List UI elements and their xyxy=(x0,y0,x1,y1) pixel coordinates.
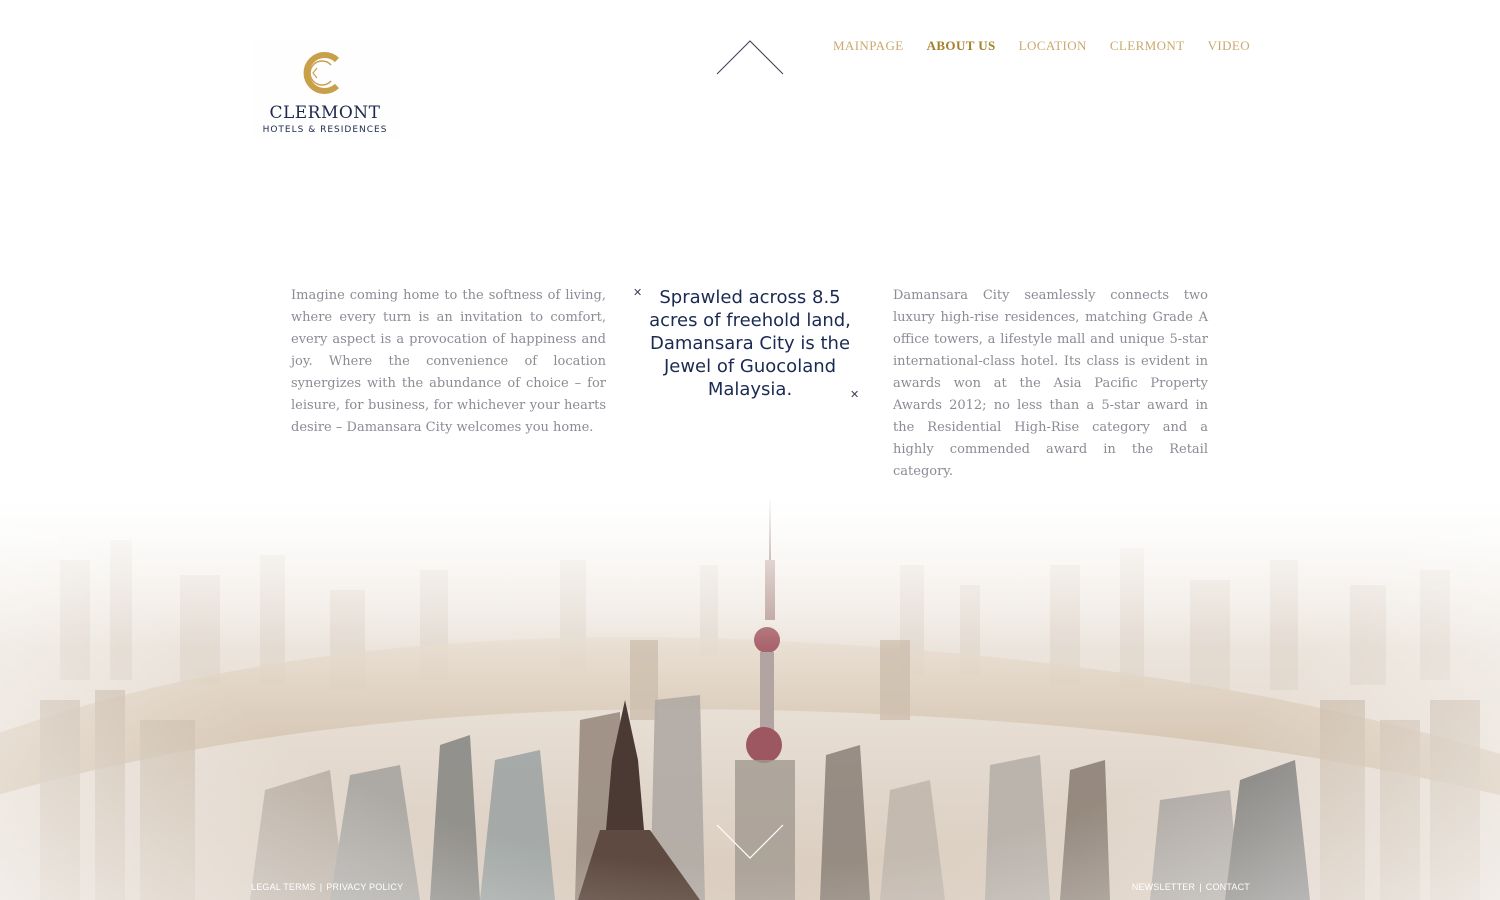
scroll-up-button[interactable] xyxy=(716,40,784,80)
privacy-policy-link[interactable]: PRIVACY POLICY xyxy=(326,882,403,892)
chevron-up-icon xyxy=(716,40,784,75)
cross-icon: ✕ xyxy=(850,388,860,401)
contact-link[interactable]: CONTACT xyxy=(1206,882,1250,892)
footer-separator: | xyxy=(1199,882,1202,892)
scroll-down-button[interactable] xyxy=(716,824,784,864)
nav-item-about-us[interactable]: ABOUT US xyxy=(927,38,996,54)
nav-item-video[interactable]: VIDEO xyxy=(1208,38,1250,54)
footer-right-links: NEWSLETTER | CONTACT xyxy=(1132,882,1250,892)
chevron-down-icon xyxy=(716,824,784,859)
intro-text-right: Damansara City seamlessly connects two l… xyxy=(893,288,1208,479)
logo-brand-name: CLERMONT xyxy=(269,103,381,123)
logo-subtitle: HOTELS & RESIDENCES xyxy=(262,125,388,135)
newsletter-link[interactable]: NEWSLETTER xyxy=(1132,882,1196,892)
legal-terms-link[interactable]: LEGAL TERMS xyxy=(251,882,316,892)
footer-separator: | xyxy=(319,882,323,892)
clermont-c-emblem-icon xyxy=(303,51,340,94)
nav-item-clermont[interactable]: CLERMONT xyxy=(1110,38,1185,54)
highlight-quote: Sprawled across 8.5 acres of freehold la… xyxy=(649,287,851,400)
main-navigation: MAINPAGE ABOUT US LOCATION CLERMONT VIDE… xyxy=(810,38,1250,54)
cross-icon: ✕ xyxy=(633,286,643,299)
intro-text-left: Imagine coming home to the softness of l… xyxy=(291,288,606,435)
nav-item-mainpage[interactable]: MAINPAGE xyxy=(833,38,904,54)
clermont-logo[interactable]: CLERMONT HOTELS & RESIDENCES xyxy=(251,40,399,140)
footer-left-links: LEGAL TERMS | PRIVACY POLICY xyxy=(251,882,403,892)
city-background-image xyxy=(0,0,1500,900)
nav-item-location[interactable]: LOCATION xyxy=(1019,38,1087,54)
